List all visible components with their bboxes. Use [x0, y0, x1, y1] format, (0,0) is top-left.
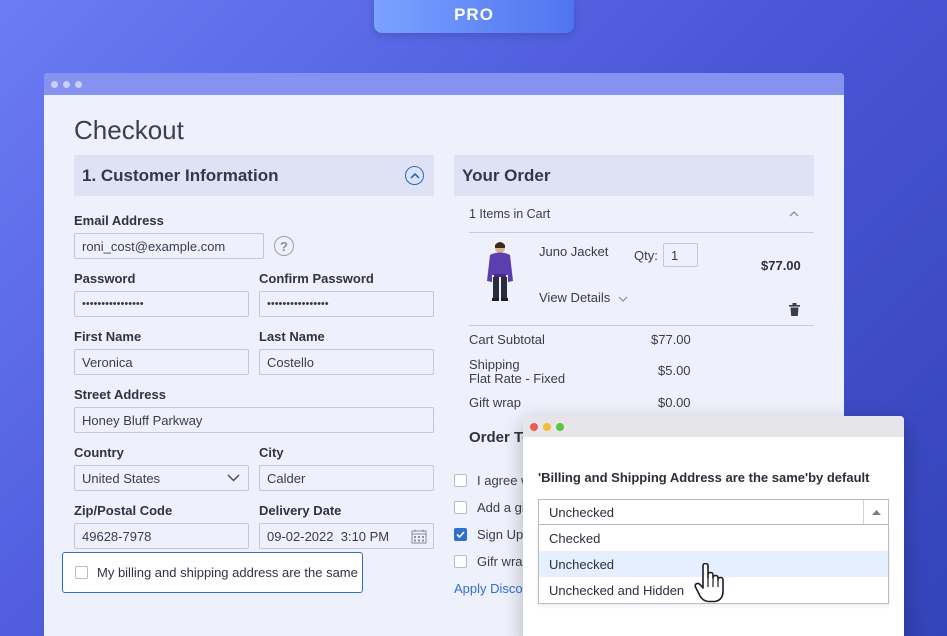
country-select[interactable]: United States	[74, 465, 249, 491]
city-label: City	[259, 445, 284, 460]
select-value: Unchecked	[549, 504, 615, 520]
shipping-value: $5.00	[658, 363, 691, 378]
billing-same-label: My billing and shipping address are the …	[97, 565, 358, 580]
help-icon[interactable]: ?	[274, 236, 294, 256]
apply-discount-link[interactable]: Apply Discou	[454, 581, 530, 596]
select-arrow[interactable]	[863, 500, 888, 524]
password-label: Password	[74, 271, 136, 286]
shipping-method: Flat Rate - Fixed	[469, 371, 566, 386]
subtotal-value: $77.00	[651, 332, 691, 347]
your-order-heading: Your Order	[462, 165, 551, 185]
zip-field[interactable]: 49628-7978	[74, 523, 249, 549]
city-field[interactable]: Calder	[259, 465, 434, 491]
billing-same-checkbox-row[interactable]: My billing and shipping address are the …	[62, 552, 363, 593]
country-value: United States	[82, 470, 161, 486]
chevron-down-icon	[227, 474, 240, 482]
pro-badge: PRO	[374, 0, 574, 33]
check-row-label: Add a gi	[477, 500, 525, 515]
street-field[interactable]: Honey Bluff Parkway	[74, 407, 434, 433]
default-state-select[interactable]: Unchecked	[538, 499, 889, 525]
delivery-date-label: Delivery Date	[259, 503, 342, 518]
giftwrap-label: Gift wrap	[469, 395, 522, 410]
your-order-header: Your Order	[454, 155, 814, 196]
email-label: Email Address	[74, 213, 164, 228]
divider	[469, 325, 814, 326]
window-dot	[51, 80, 58, 88]
hand-cursor-icon	[694, 563, 724, 603]
chevron-up-circle-icon[interactable]	[405, 166, 424, 185]
maximize-dot-icon[interactable]	[556, 422, 564, 431]
subtotal-label: Cart Subtotal	[469, 332, 545, 347]
signup-checkbox-row[interactable]: Sign Up	[454, 527, 523, 542]
first-name-label: First Name	[74, 329, 142, 344]
minimize-dot-icon[interactable]	[543, 422, 551, 431]
product-image[interactable]	[480, 241, 520, 303]
delivery-date-field[interactable]: 09-02-2022 3:10 PM	[259, 523, 434, 549]
popup-titlebar	[523, 416, 904, 437]
agree-checkbox-row[interactable]: I agree w	[454, 473, 530, 488]
check-row-label: Sign Up	[477, 527, 524, 542]
option-checked[interactable]: Checked	[539, 525, 888, 551]
product-price: $77.00	[761, 258, 801, 273]
trash-icon[interactable]	[789, 303, 800, 316]
country-label: Country	[74, 445, 124, 460]
confirm-password-field[interactable]: ••••••••••••••••	[259, 291, 434, 317]
giftwrap-value: $0.00	[658, 395, 691, 410]
email-field[interactable]: roni_cost@example.com	[74, 233, 264, 259]
last-name-label: Last Name	[259, 329, 325, 344]
view-details-link[interactable]: View Details	[539, 290, 628, 305]
customer-info-heading: 1. Customer Information	[82, 165, 279, 185]
password-field[interactable]: ••••••••••••••••	[74, 291, 249, 317]
product-name[interactable]: Juno Jacket	[539, 244, 608, 259]
gift-message-checkbox-row[interactable]: Add a gi	[454, 500, 525, 515]
window-titlebar	[44, 73, 844, 95]
window-dot	[63, 80, 70, 88]
street-label: Street Address	[74, 387, 166, 402]
close-dot-icon[interactable]	[530, 422, 538, 431]
checkmark-icon	[456, 531, 465, 538]
shipping-label: Shipping	[469, 357, 520, 372]
chevron-up-icon[interactable]	[789, 211, 799, 217]
last-name-field[interactable]: Costello	[259, 349, 434, 375]
caret-up-icon	[871, 509, 881, 515]
checkbox-checked[interactable]	[454, 528, 467, 541]
check-row-label: Gifr wra	[477, 554, 523, 569]
popup-title: 'Billing and Shipping Address are the sa…	[538, 470, 870, 485]
checkbox[interactable]	[454, 555, 467, 568]
page-title: Checkout	[74, 115, 184, 145]
billing-same-checkbox[interactable]	[75, 566, 88, 579]
qty-label: Qty:	[634, 248, 658, 263]
divider	[469, 232, 814, 233]
checkbox[interactable]	[454, 501, 467, 514]
order-total-heading: Order To	[469, 429, 532, 446]
zip-label: Zip/Postal Code	[74, 503, 173, 518]
qty-input[interactable]: 1	[663, 243, 698, 267]
chevron-down-icon	[618, 296, 628, 302]
calendar-icon[interactable]	[411, 529, 427, 544]
settings-popup: 'Billing and Shipping Address are the sa…	[523, 416, 904, 636]
confirm-password-label: Confirm Password	[259, 271, 374, 286]
items-in-cart[interactable]: 1 Items in Cart	[469, 207, 550, 221]
delivery-date-value: 09-02-2022 3:10 PM	[267, 528, 390, 544]
first-name-field[interactable]: Veronica	[74, 349, 249, 375]
gift-wrap-checkbox-row[interactable]: Gifr wra	[454, 554, 523, 569]
customer-info-header[interactable]: 1. Customer Information	[74, 155, 434, 196]
view-details-label: View Details	[539, 290, 611, 305]
checkbox[interactable]	[454, 474, 467, 487]
window-dot	[75, 80, 82, 88]
